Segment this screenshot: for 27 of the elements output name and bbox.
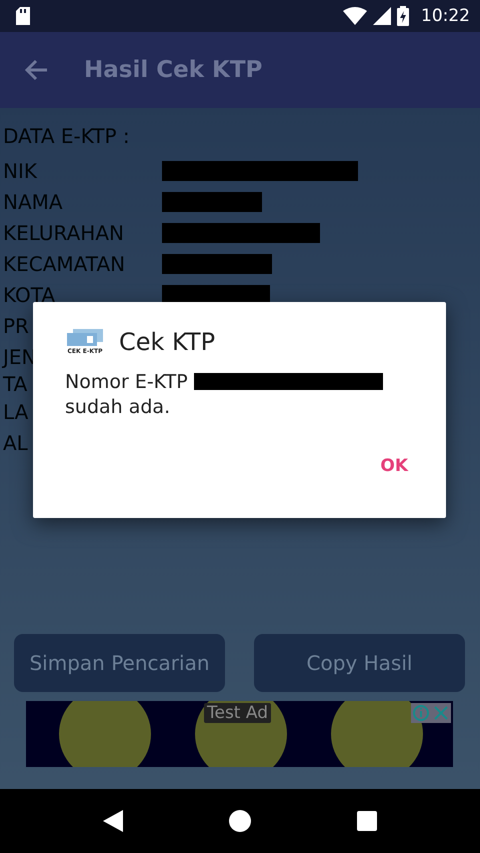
field-label: NAMA bbox=[3, 190, 63, 214]
message-text: Nomor E-KTP bbox=[65, 371, 188, 393]
action-button[interactable]: Copy Hasil bbox=[254, 634, 465, 692]
field-label: KECAMATAN bbox=[3, 252, 126, 276]
back-icon[interactable] bbox=[103, 810, 123, 832]
field-label: KOTA bbox=[3, 282, 56, 306]
sd-card-icon bbox=[16, 7, 30, 25]
field-label: TA bbox=[3, 372, 28, 396]
screen-title: Hasil Cek KTP bbox=[84, 57, 262, 83]
id-card-icon bbox=[67, 329, 103, 347]
field-label: PR bbox=[3, 314, 29, 338]
field-label: LA bbox=[3, 400, 28, 424]
battery-icon bbox=[397, 6, 409, 26]
ok-button[interactable]: OK bbox=[370, 450, 418, 482]
back-arrow-icon[interactable] bbox=[24, 59, 48, 81]
field-label: AL bbox=[3, 430, 28, 454]
home-icon[interactable] bbox=[229, 810, 251, 832]
dialog-title: Cek KTP bbox=[119, 328, 216, 356]
message-text: sudah ada. bbox=[65, 396, 170, 418]
wifi-icon bbox=[343, 7, 367, 25]
action-button[interactable]: Simpan Pencarian bbox=[14, 634, 225, 692]
ad-label: Test Ad bbox=[204, 703, 272, 723]
section-heading: DATA E-KTP : bbox=[3, 124, 131, 150]
field-label: KELURAHAN bbox=[3, 220, 124, 244]
field-label: NIK bbox=[3, 158, 37, 182]
clock-time: 10:22 bbox=[421, 6, 470, 26]
signal-icon bbox=[373, 7, 391, 25]
